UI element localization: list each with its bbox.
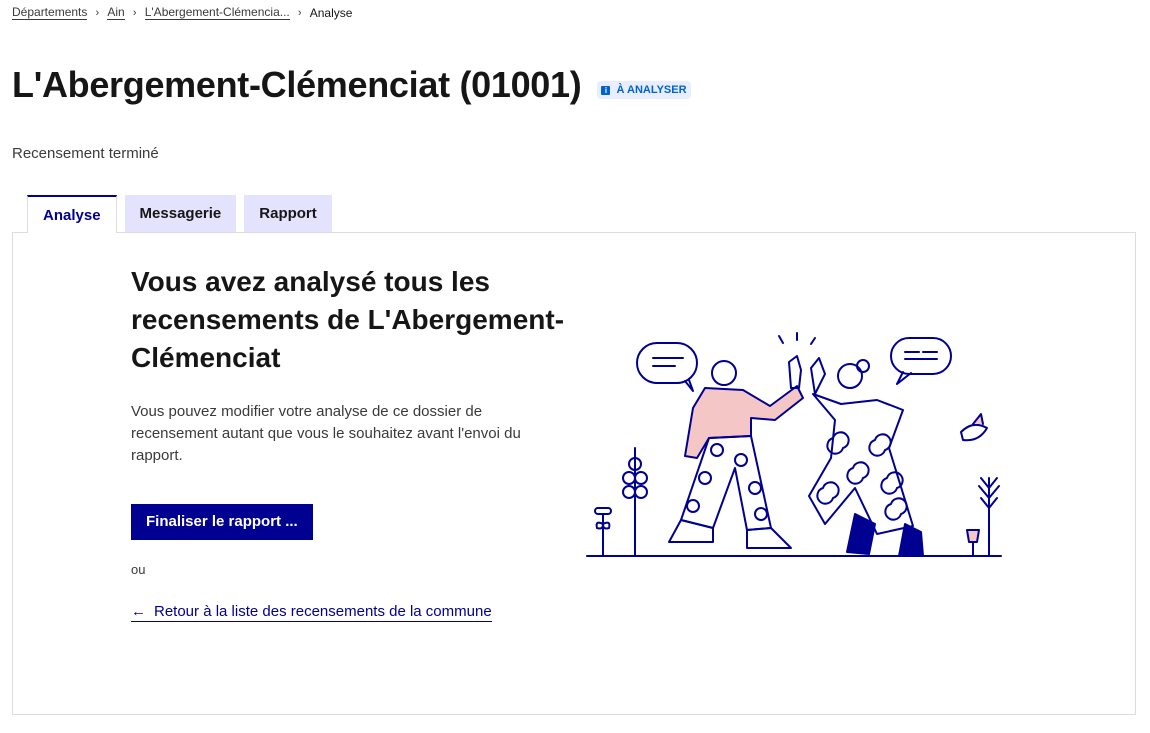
chevron-right-icon: ›: [132, 6, 137, 19]
completion-description: Vous pouvez modifier votre analyse de ce…: [131, 403, 521, 464]
tab-list: Analyse Messagerie Rapport: [27, 195, 340, 233]
status-badge-label: À ANALYSER: [616, 84, 687, 96]
page-title: L'Abergement-Clémenciat (01001): [12, 64, 582, 105]
arrow-left-icon: ←: [131, 603, 146, 620]
tab-panel-analyse: Vous avez analysé tous les recensements …: [12, 232, 1136, 715]
title-row: L'Abergement-Clémenciat (01001) i À ANAL…: [12, 64, 691, 106]
breadcrumb-link-departements[interactable]: Départements: [12, 5, 88, 20]
page-subtitle: Recensement terminé: [12, 145, 159, 162]
tab-rapport[interactable]: Rapport: [244, 195, 332, 232]
analysis-complete-content: Vous avez analysé tous les recensements …: [131, 263, 571, 622]
tab-analyse[interactable]: Analyse: [27, 195, 117, 233]
finalize-report-button[interactable]: Finaliser le rapport ...: [131, 504, 313, 540]
high-five-illustration: [586, 332, 1002, 557]
status-badge: i À ANALYSER: [597, 81, 691, 99]
chevron-right-icon: ›: [297, 6, 302, 19]
tab-messagerie[interactable]: Messagerie: [124, 195, 237, 232]
back-to-list-link[interactable]: ← Retour à la liste des recensements de l…: [131, 603, 492, 622]
breadcrumb-link-ain[interactable]: Ain: [107, 5, 125, 20]
or-separator: ou: [131, 562, 146, 577]
completion-heading: Vous avez analysé tous les recensements …: [131, 266, 565, 373]
chevron-right-icon: ›: [95, 6, 100, 19]
info-icon: i: [601, 85, 611, 95]
breadcrumb-current: Analyse: [309, 5, 353, 20]
breadcrumb-link-commune[interactable]: L'Abergement-Clémencia...: [144, 5, 290, 20]
breadcrumb: Départements › Ain › L'Abergement-Clémen…: [12, 5, 352, 20]
back-link-label: Retour à la liste des recensements de la…: [154, 603, 492, 620]
